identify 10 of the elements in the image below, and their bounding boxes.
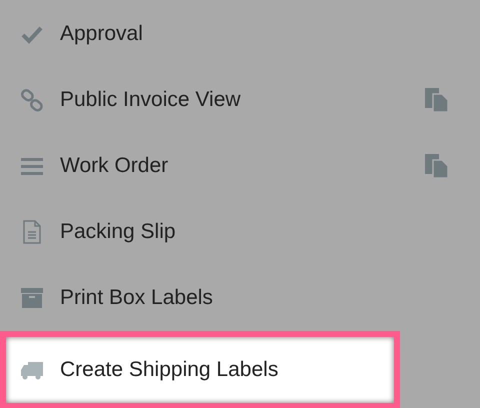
menu-item[interactable]: Public Invoice View (0, 67, 480, 133)
menu-item[interactable]: Print Box Labels (0, 265, 480, 331)
box-icon (20, 286, 44, 310)
link-icon (20, 88, 44, 112)
copy-icon[interactable] (424, 153, 450, 179)
copy-icon[interactable] (424, 87, 450, 113)
menu-item[interactable]: Create Shipping Labels (0, 331, 400, 408)
menu-item[interactable]: Approval (0, 1, 480, 67)
menu-item[interactable]: Work Order (0, 133, 480, 199)
menu-item[interactable]: Packing Slip (0, 199, 480, 265)
